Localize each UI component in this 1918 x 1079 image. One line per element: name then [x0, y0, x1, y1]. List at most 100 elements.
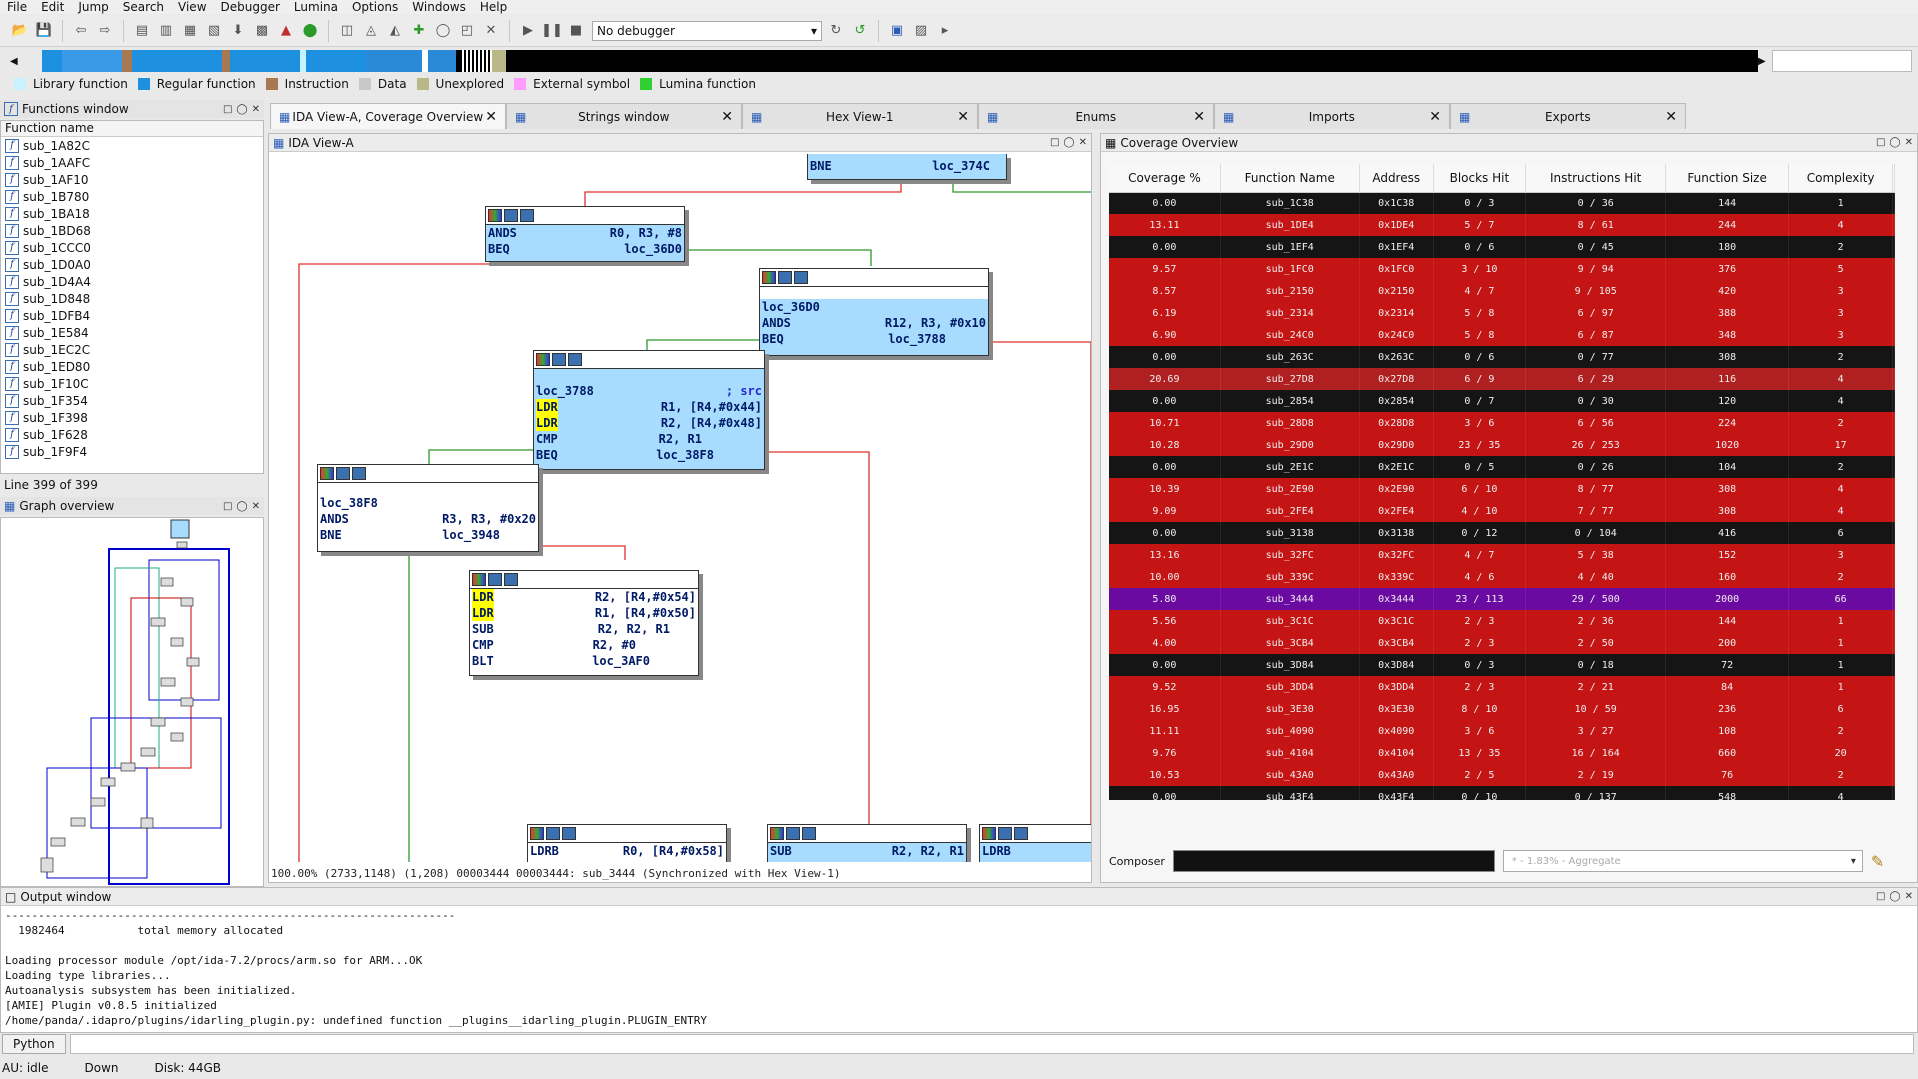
text-search-icon[interactable]: ▥ — [156, 21, 176, 41]
navigation-band[interactable]: ◀ ▶ — [10, 50, 1766, 72]
function-list-item[interactable]: f sub_1AF10 — [1, 171, 263, 188]
table-row[interactable]: 0.00 sub_2854 0x2854 0 / 70 / 30 120 4 — [1109, 390, 1895, 412]
table-row[interactable]: 9.09 sub_2FE4 0x2FE4 4 / 10 7 / 77 308 4 — [1109, 500, 1895, 522]
debugger-select[interactable]: No debugger ▾ — [592, 20, 822, 41]
menu-edit[interactable]: Edit — [34, 0, 71, 14]
close-icon[interactable]: ✕ — [1905, 891, 1913, 902]
function-list-item[interactable]: f sub_1F398 — [1, 409, 263, 426]
nav-right-arrow-icon[interactable]: ▶ — [1758, 56, 1766, 67]
graph-node-loc-36d0[interactable]: loc_36D0 ANDS R12, R3, #0x10 BEQ loc_3788 — [759, 268, 989, 356]
tool-icon-1[interactable]: ◫ — [337, 21, 357, 41]
close-icon[interactable]: ✕ — [957, 109, 969, 125]
table-row[interactable]: 10.00 sub_339C 0x339C 4 / 64 / 40 160 2 — [1109, 566, 1895, 588]
table-row[interactable]: 0.00 sub_263C 0x263C 0 / 60 / 77 308 2 — [1109, 346, 1895, 368]
table-row[interactable]: 0.00 sub_1EF4 0x1EF4 0 / 60 / 45 180 2 — [1109, 236, 1895, 258]
stop-icon[interactable]: ■ — [566, 21, 586, 41]
graph-node-ands-r0[interactable]: ANDS R0, R3, #8 BEQ loc_36D0 — [485, 206, 685, 262]
table-row[interactable]: 9.76 sub_4104 0x4104 13 / 35 16 / 164 660 20 — [1109, 742, 1895, 764]
column-header[interactable]: Function name — [1, 121, 263, 137]
function-list-item[interactable]: f sub_1B780 — [1, 188, 263, 205]
table-row[interactable]: 10.53 sub_43A0 0x43A0 2 / 52 / 19 76 2 — [1109, 764, 1895, 786]
function-list-item[interactable]: f sub_1F9F4 — [1, 443, 263, 460]
save-icon[interactable]: 💾 — [34, 21, 54, 41]
table-row[interactable]: 6.19 sub_2314 0x2314 5 / 86 / 97 388 3 — [1109, 302, 1895, 324]
tab-strings-window[interactable]: ▦ Strings window ✕ — [506, 103, 742, 129]
restore-icon[interactable]: □ — [223, 104, 232, 115]
table-row[interactable]: 5.80 sub_3444 0x3444 23 / 113 29 / 500 2000 66 — [1109, 588, 1895, 610]
function-list-item[interactable]: f sub_1DFB4 — [1, 307, 263, 324]
navigation-select[interactable] — [1772, 50, 1912, 72]
nav-left-arrow-icon[interactable]: ◀ — [10, 56, 18, 67]
table-row[interactable]: 10.28 sub_29D0 0x29D0 23 / 35 26 / 253 1020 17 — [1109, 434, 1895, 456]
close-icon[interactable]: ✕ — [1193, 109, 1205, 125]
graph-node-ldr-block[interactable]: LDR R2, [R4,#0x54] LDR R1, [R4,#0x50] SUB R… — [469, 570, 699, 676]
graph-overview-canvas[interactable] — [0, 517, 264, 887]
column-header[interactable]: Coverage % — [1109, 164, 1221, 193]
column-header[interactable]: Blocks Hit — [1433, 164, 1526, 193]
tool-icon-6[interactable]: ↻ — [826, 21, 846, 41]
table-row[interactable]: 5.56 sub_3C1C 0x3C1C 2 / 32 / 36 144 1 — [1109, 610, 1895, 632]
menu-windows[interactable]: Windows — [405, 0, 473, 14]
brush-icon[interactable]: ✎ — [1871, 852, 1884, 871]
table-row[interactable]: 10.39 sub_2E90 0x2E90 6 / 10 8 / 77 308 4 — [1109, 478, 1895, 500]
back-icon[interactable]: ⇦ — [71, 21, 91, 41]
tab-ida-view-a-coverage-overview[interactable]: ▦ IDA View-A, Coverage Overview ✕ — [270, 103, 506, 129]
refresh-icon[interactable]: ↺ — [850, 21, 870, 41]
tool-icon-4[interactable]: ◯ — [433, 21, 453, 41]
table-row[interactable]: 4.00 sub_3CB4 0x3CB4 2 / 32 / 50 200 1 — [1109, 632, 1895, 654]
tab-imports[interactable]: ▦ Imports ✕ — [1214, 103, 1450, 129]
column-header[interactable]: Function Size — [1665, 164, 1789, 193]
table-row[interactable]: 0.00 sub_43F4 0x43F4 0 / 10 0 / 137 548 4 — [1109, 786, 1895, 800]
tool-icon-9[interactable]: ▸ — [935, 21, 955, 41]
close-icon[interactable]: ✕ — [252, 104, 260, 115]
function-list-item[interactable]: f sub_1CCC0 — [1, 239, 263, 256]
close-icon[interactable]: ✕ — [481, 21, 501, 41]
graph-node-ldrb[interactable]: LDRB R0, [R4,#0x58] — [527, 824, 727, 862]
table-row[interactable]: 11.11 sub_4090 0x4090 3 / 63 / 27 108 2 — [1109, 720, 1895, 742]
table-row[interactable]: 6.90 sub_24C0 0x24C0 5 / 86 / 87 348 3 — [1109, 324, 1895, 346]
composer-input[interactable] — [1172, 850, 1495, 872]
function-list-item[interactable]: f sub_1BD68 — [1, 222, 263, 239]
table-row[interactable]: 9.52 sub_3DD4 0x3DD4 2 / 32 / 21 84 1 — [1109, 676, 1895, 698]
navigation-strip[interactable] — [42, 50, 1758, 72]
float-icon[interactable]: ◯ — [1063, 137, 1074, 148]
column-header[interactable]: Complexity — [1788, 164, 1894, 193]
menu-file[interactable]: File — [0, 0, 34, 14]
immediate-search-icon[interactable]: ▦ — [180, 21, 200, 41]
restore-icon[interactable]: □ — [223, 501, 232, 512]
warning-icon[interactable]: ▲ — [276, 21, 296, 41]
tab-exports[interactable]: ▦ Exports ✕ — [1450, 103, 1686, 129]
tool-icon-7[interactable]: ▣ — [887, 21, 907, 41]
function-list-item[interactable]: f sub_1F354 — [1, 392, 263, 409]
graph-node-ldrb-2[interactable]: LDRB — [979, 824, 1091, 862]
float-icon[interactable]: ◯ — [1889, 137, 1900, 148]
table-row[interactable]: 8.57 sub_2150 0x2150 4 / 79 / 105 420 3 — [1109, 280, 1895, 302]
graph-icon[interactable]: ▩ — [252, 21, 272, 41]
graph-node-sub[interactable]: SUB R2, R2, R1 — [767, 824, 967, 862]
table-row[interactable]: 0.00 sub_3138 0x3138 0 / 12 0 / 104 416 6 — [1109, 522, 1895, 544]
add-icon[interactable]: ✚ — [409, 21, 429, 41]
tab-hex-view-1[interactable]: ▦ Hex View-1 ✕ — [742, 103, 978, 129]
restore-icon[interactable]: □ — [1876, 891, 1885, 902]
table-row[interactable]: 0.00 sub_1C38 0x1C38 0 / 30 / 36 144 1 — [1109, 192, 1895, 214]
menu-help[interactable]: Help — [473, 0, 514, 14]
tool-icon-5[interactable]: ◰ — [457, 21, 477, 41]
table-row[interactable]: 20.69 sub_27D8 0x27D8 6 / 96 / 29 116 4 — [1109, 368, 1895, 390]
function-list-item[interactable]: f sub_1ED80 — [1, 358, 263, 375]
graph-canvas[interactable]: BNE loc_374C ANDS R0, R3, #8 BEQ loc_36D0 l… — [269, 154, 1091, 862]
tab-enums[interactable]: ▦ Enums ✕ — [978, 103, 1214, 129]
function-list-item[interactable]: f sub_1AAFC — [1, 154, 263, 171]
lumina-icon[interactable]: ⬤ — [300, 21, 320, 41]
table-row[interactable]: 13.11 sub_1DE4 0x1DE4 5 / 78 / 61 244 4 — [1109, 214, 1895, 236]
float-icon[interactable]: ◯ — [1889, 891, 1900, 902]
function-list-item[interactable]: f sub_1BA18 — [1, 205, 263, 222]
python-button[interactable]: Python — [2, 1034, 66, 1054]
menu-lumina[interactable]: Lumina — [287, 0, 345, 14]
float-icon[interactable]: ◯ — [236, 104, 247, 115]
forward-icon[interactable]: ⇨ — [95, 21, 115, 41]
close-icon[interactable]: ✕ — [1079, 137, 1087, 148]
table-row[interactable]: 9.57 sub_1FC0 0x1FC0 3 / 10 9 / 94 376 5 — [1109, 258, 1895, 280]
menu-view[interactable]: View — [171, 0, 213, 14]
column-header[interactable]: Address — [1359, 164, 1434, 193]
close-icon[interactable]: ✕ — [1905, 137, 1913, 148]
